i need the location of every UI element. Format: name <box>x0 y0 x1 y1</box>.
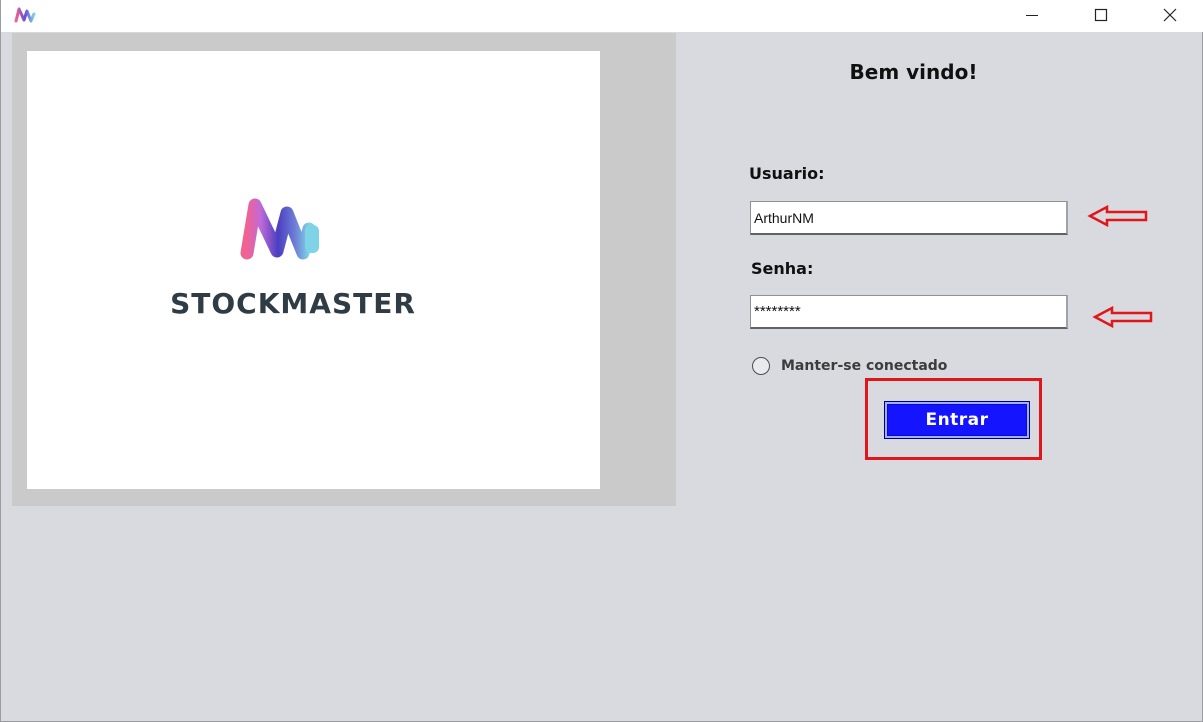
password-label: Senha: <box>751 259 814 278</box>
stockmaster-logo-icon <box>240 198 319 260</box>
brand-name: STOCKMASTER <box>170 287 416 320</box>
app-logo-icon <box>14 7 36 23</box>
username-input[interactable] <box>750 201 1068 235</box>
remember-me-label: Manter-se conectado <box>781 358 948 374</box>
username-label: Usuario: <box>749 164 825 183</box>
annotation-arrow-username <box>1087 205 1148 227</box>
logo-container: STOCKMASTER <box>12 33 676 506</box>
maximize-button[interactable] <box>1067 0 1135 30</box>
close-icon <box>1163 8 1177 22</box>
client-area: STOCKMASTER Bem vindo! Usuario: Senha: M… <box>1 32 1202 705</box>
login-window: STOCKMASTER Bem vindo! Usuario: Senha: M… <box>0 0 1203 722</box>
remember-me-radio[interactable] <box>752 357 770 375</box>
annotation-arrow-password <box>1092 306 1153 328</box>
remember-me-option[interactable]: Manter-se conectado <box>752 356 947 376</box>
password-input[interactable] <box>750 295 1068 329</box>
enter-button[interactable]: Entrar <box>884 401 1030 439</box>
minimize-icon <box>1026 15 1038 16</box>
welcome-heading: Bem vindo! <box>849 60 978 84</box>
close-button[interactable] <box>1136 0 1203 30</box>
title-bar <box>1 0 1203 32</box>
maximize-icon <box>1094 8 1108 22</box>
minimize-button[interactable] <box>998 0 1066 30</box>
logo-panel: STOCKMASTER <box>27 51 600 489</box>
